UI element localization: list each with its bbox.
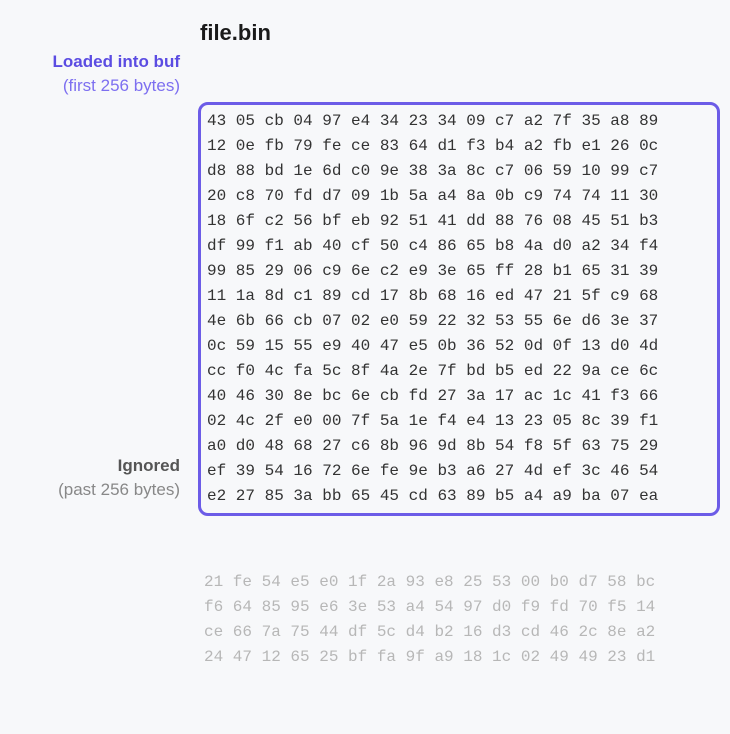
hex-ignored-region: 21 fe 54 e5 e0 1f 2a 93 e8 25 53 00 b0 d… bbox=[198, 566, 720, 674]
hex-area: 43 05 cb 04 97 e4 34 23 34 09 c7 a2 7f 3… bbox=[198, 52, 720, 724]
label-loaded-title: Loaded into buf bbox=[0, 52, 180, 72]
label-ignored-sub: (past 256 bytes) bbox=[0, 480, 180, 500]
hex-loaded-region: 43 05 cb 04 97 e4 34 23 34 09 c7 a2 7f 3… bbox=[198, 102, 720, 516]
label-loaded-sub: (first 256 bytes) bbox=[0, 76, 180, 96]
label-ignored-title: Ignored bbox=[0, 456, 180, 476]
filename: file.bin bbox=[200, 20, 720, 46]
